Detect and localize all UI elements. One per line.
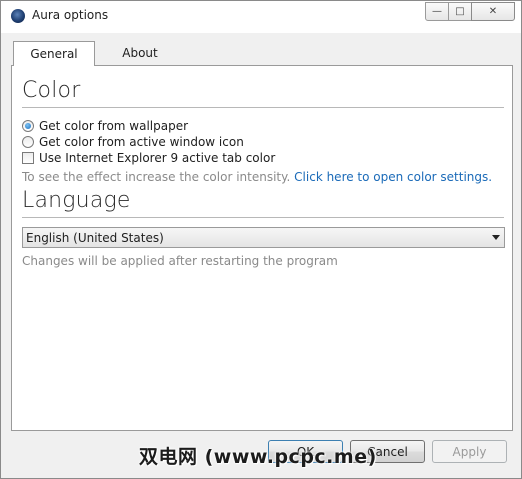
checkbox-ie9-tab[interactable]	[22, 152, 34, 164]
option-window-icon-label: Get color from active window icon	[39, 135, 244, 149]
title-bar[interactable]: Aura options — □ ✕	[1, 1, 521, 33]
window-title: Aura options	[32, 8, 109, 22]
tab-about[interactable]: About	[97, 41, 183, 65]
language-hint: Changes will be applied after restarting…	[22, 254, 338, 268]
option-wallpaper-color[interactable]: Get color from wallpaper	[22, 118, 188, 134]
color-divider	[22, 107, 504, 108]
radio-wallpaper[interactable]	[22, 120, 34, 132]
apply-button[interactable]: Apply	[432, 440, 507, 463]
options-window: Aura options — □ ✕ General About Color G…	[0, 0, 522, 479]
option-window-icon-color[interactable]: Get color from active window icon	[22, 134, 244, 150]
language-divider	[22, 217, 504, 218]
maximize-icon: □	[455, 6, 465, 17]
tab-general[interactable]: General	[13, 41, 95, 66]
aura-app-icon	[11, 9, 25, 23]
close-button[interactable]: ✕	[471, 2, 515, 21]
close-icon: ✕	[488, 6, 498, 17]
language-dropdown[interactable]: English (United States)	[22, 227, 505, 248]
chevron-down-icon	[492, 235, 500, 240]
color-section-title: Color	[22, 78, 81, 103]
language-selected-value: English (United States)	[26, 230, 164, 245]
maximize-button[interactable]: □	[448, 2, 472, 21]
window-controls: — □ ✕	[425, 2, 515, 22]
color-hint: To see the effect increase the color int…	[22, 170, 492, 184]
color-hint-text: To see the effect increase the color int…	[22, 170, 291, 184]
color-settings-link[interactable]: Click here to open color settings.	[294, 170, 492, 184]
language-section-title: Language	[22, 188, 131, 213]
watermark-text: 双电网 (www.pcpc.me)	[139, 446, 377, 468]
minimize-button[interactable]: —	[425, 2, 449, 21]
general-panel: Color Get color from wallpaper Get color…	[11, 65, 513, 431]
tab-strip: General About	[13, 41, 183, 66]
minimize-icon: —	[432, 6, 442, 17]
option-ie9-tab-label: Use Internet Explorer 9 active tab color	[39, 151, 276, 165]
radio-window-icon[interactable]	[22, 136, 34, 148]
option-wallpaper-label: Get color from wallpaper	[39, 119, 189, 133]
option-ie9-tab-color[interactable]: Use Internet Explorer 9 active tab color	[22, 150, 275, 166]
